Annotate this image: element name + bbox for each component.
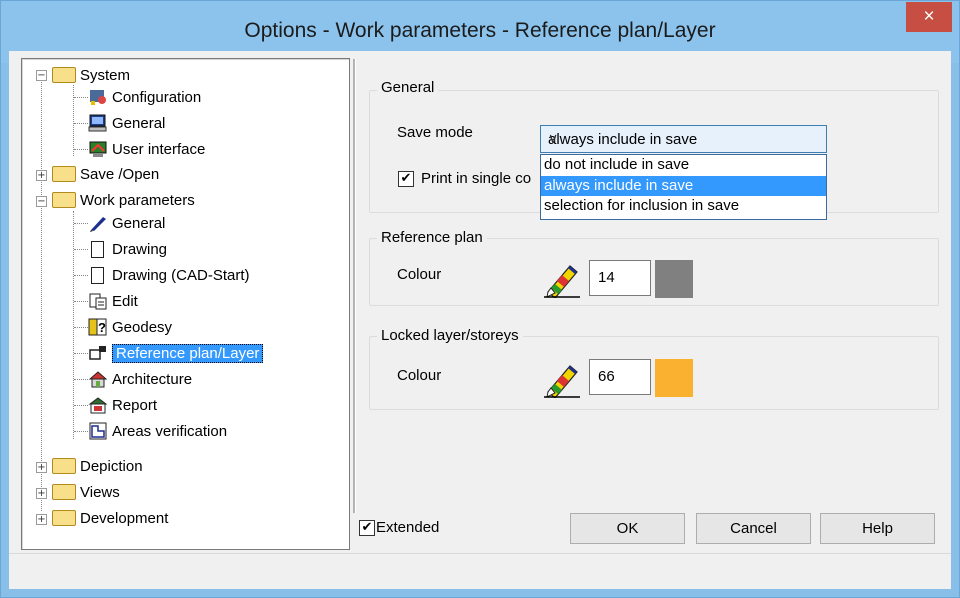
expand-icon[interactable]: +: [36, 488, 47, 499]
tree-guide: [74, 223, 88, 224]
expand-icon[interactable]: +: [36, 170, 47, 181]
tree-guide: [74, 405, 88, 406]
user-interface-icon: [88, 140, 108, 158]
report-icon: [88, 396, 108, 414]
extended-checkbox[interactable]: ✔: [359, 520, 375, 536]
tree-node-geodesy[interactable]: ? Geodesy: [88, 316, 172, 338]
tree-node-views[interactable]: Views: [52, 481, 120, 503]
locked-colour-input[interactable]: 66: [589, 359, 651, 395]
general-group-title: General: [377, 79, 439, 96]
folder-icon: [52, 166, 76, 182]
reference-plan-icon: [88, 344, 108, 362]
locked-colour-swatch[interactable]: [655, 359, 693, 397]
tree-guide: [74, 97, 88, 98]
locked-layer-title: Locked layer/storeys: [377, 327, 523, 344]
collapse-icon[interactable]: −: [36, 196, 47, 207]
tree-guide: [73, 85, 74, 156]
house-icon: [88, 370, 108, 388]
folder-icon: [52, 510, 76, 526]
reference-colour-input[interactable]: 14: [589, 260, 651, 296]
tree-node-drawing-cad-start[interactable]: Drawing (CAD-Start): [88, 264, 250, 286]
folder-icon: [52, 484, 76, 500]
dropdown-option[interactable]: always include in save: [541, 175, 826, 196]
window-title: Options - Work parameters - Reference pl…: [244, 19, 716, 42]
pencil-colour-icon[interactable]: [542, 360, 582, 399]
tree-node-report[interactable]: Report: [88, 394, 157, 416]
tree-guide: [74, 123, 88, 124]
save-mode-select[interactable]: always include in save ∨: [540, 125, 827, 153]
tree-guide: [74, 249, 88, 250]
tree-guide: [41, 75, 42, 511]
locked-colour-label: Colour: [397, 367, 442, 384]
geodesy-icon: ?: [88, 318, 108, 336]
pencil-colour-icon[interactable]: [542, 260, 582, 299]
reference-colour-label: Colour: [397, 266, 442, 283]
tree-node-user-interface[interactable]: User interface: [88, 138, 205, 160]
options-tree[interactable]: − System Configuration General User inte…: [21, 58, 350, 550]
document-icon: [91, 240, 104, 258]
dropdown-option[interactable]: selection for inclusion in save: [541, 196, 826, 217]
tree-node-edit[interactable]: Edit: [88, 290, 138, 312]
tree-node-work-parameters[interactable]: Work parameters: [52, 189, 195, 211]
configuration-icon: [88, 88, 108, 106]
status-bar: [9, 553, 951, 589]
expand-icon[interactable]: +: [36, 462, 47, 473]
tree-node-system[interactable]: System: [52, 64, 130, 86]
cancel-button[interactable]: Cancel: [696, 513, 811, 544]
chevron-down-icon[interactable]: ∨: [548, 130, 818, 147]
dialog-client: − System Configuration General User inte…: [9, 51, 951, 589]
tree-node-architecture[interactable]: Architecture: [88, 368, 192, 390]
areas-verification-icon: [88, 422, 108, 440]
print-single-checkbox[interactable]: ✔: [398, 171, 414, 187]
options-window: Options - Work parameters - Reference pl…: [0, 0, 960, 598]
tree-guide: [74, 431, 88, 432]
folder-open-icon: [52, 192, 76, 208]
reference-colour-swatch[interactable]: [655, 260, 693, 298]
close-button[interactable]: ×: [906, 2, 952, 32]
print-single-label: Print in single co: [421, 170, 532, 187]
folder-open-icon: [52, 67, 76, 83]
tree-guide: [74, 149, 88, 150]
svg-text:?: ?: [98, 320, 106, 335]
collapse-icon[interactable]: −: [36, 70, 47, 81]
locked-layer-group: [369, 336, 939, 410]
ok-button[interactable]: OK: [570, 513, 685, 544]
tree-guide: [74, 301, 88, 302]
tree-node-areas-verification[interactable]: Areas verification: [88, 420, 227, 442]
tree-guide: [74, 379, 88, 380]
dropdown-option[interactable]: do not include in save: [541, 155, 826, 176]
folder-icon: [52, 458, 76, 474]
tree-guide: [74, 275, 88, 276]
save-mode-dropdown-list: do not include in save always include in…: [540, 154, 827, 220]
reference-plan-group: [369, 238, 939, 306]
tree-node-configuration[interactable]: Configuration: [88, 86, 201, 108]
document-icon: [91, 266, 104, 284]
save-mode-label: Save mode: [397, 124, 473, 141]
tree-node-reference-plan-layer[interactable]: Reference plan/Layer: [88, 342, 264, 364]
tree-node-save-open[interactable]: Save /Open: [52, 163, 159, 185]
pen-icon: [88, 214, 108, 232]
tree-node-depiction[interactable]: Depiction: [52, 455, 143, 477]
reference-plan-title: Reference plan: [377, 229, 487, 246]
tree-node-drawing[interactable]: Drawing: [88, 238, 167, 260]
tree-node-development[interactable]: Development: [52, 507, 168, 529]
tree-node-wp-general[interactable]: General: [88, 212, 165, 234]
extended-label: Extended: [376, 519, 440, 536]
computer-icon: [88, 114, 108, 132]
help-button[interactable]: Help: [820, 513, 935, 544]
tree-node-system-general[interactable]: General: [88, 112, 165, 134]
tree-guide: [74, 327, 88, 328]
vertical-separator: [353, 59, 356, 513]
edit-icon: [88, 292, 108, 310]
tree-guide: [74, 353, 88, 354]
expand-icon[interactable]: +: [36, 514, 47, 525]
